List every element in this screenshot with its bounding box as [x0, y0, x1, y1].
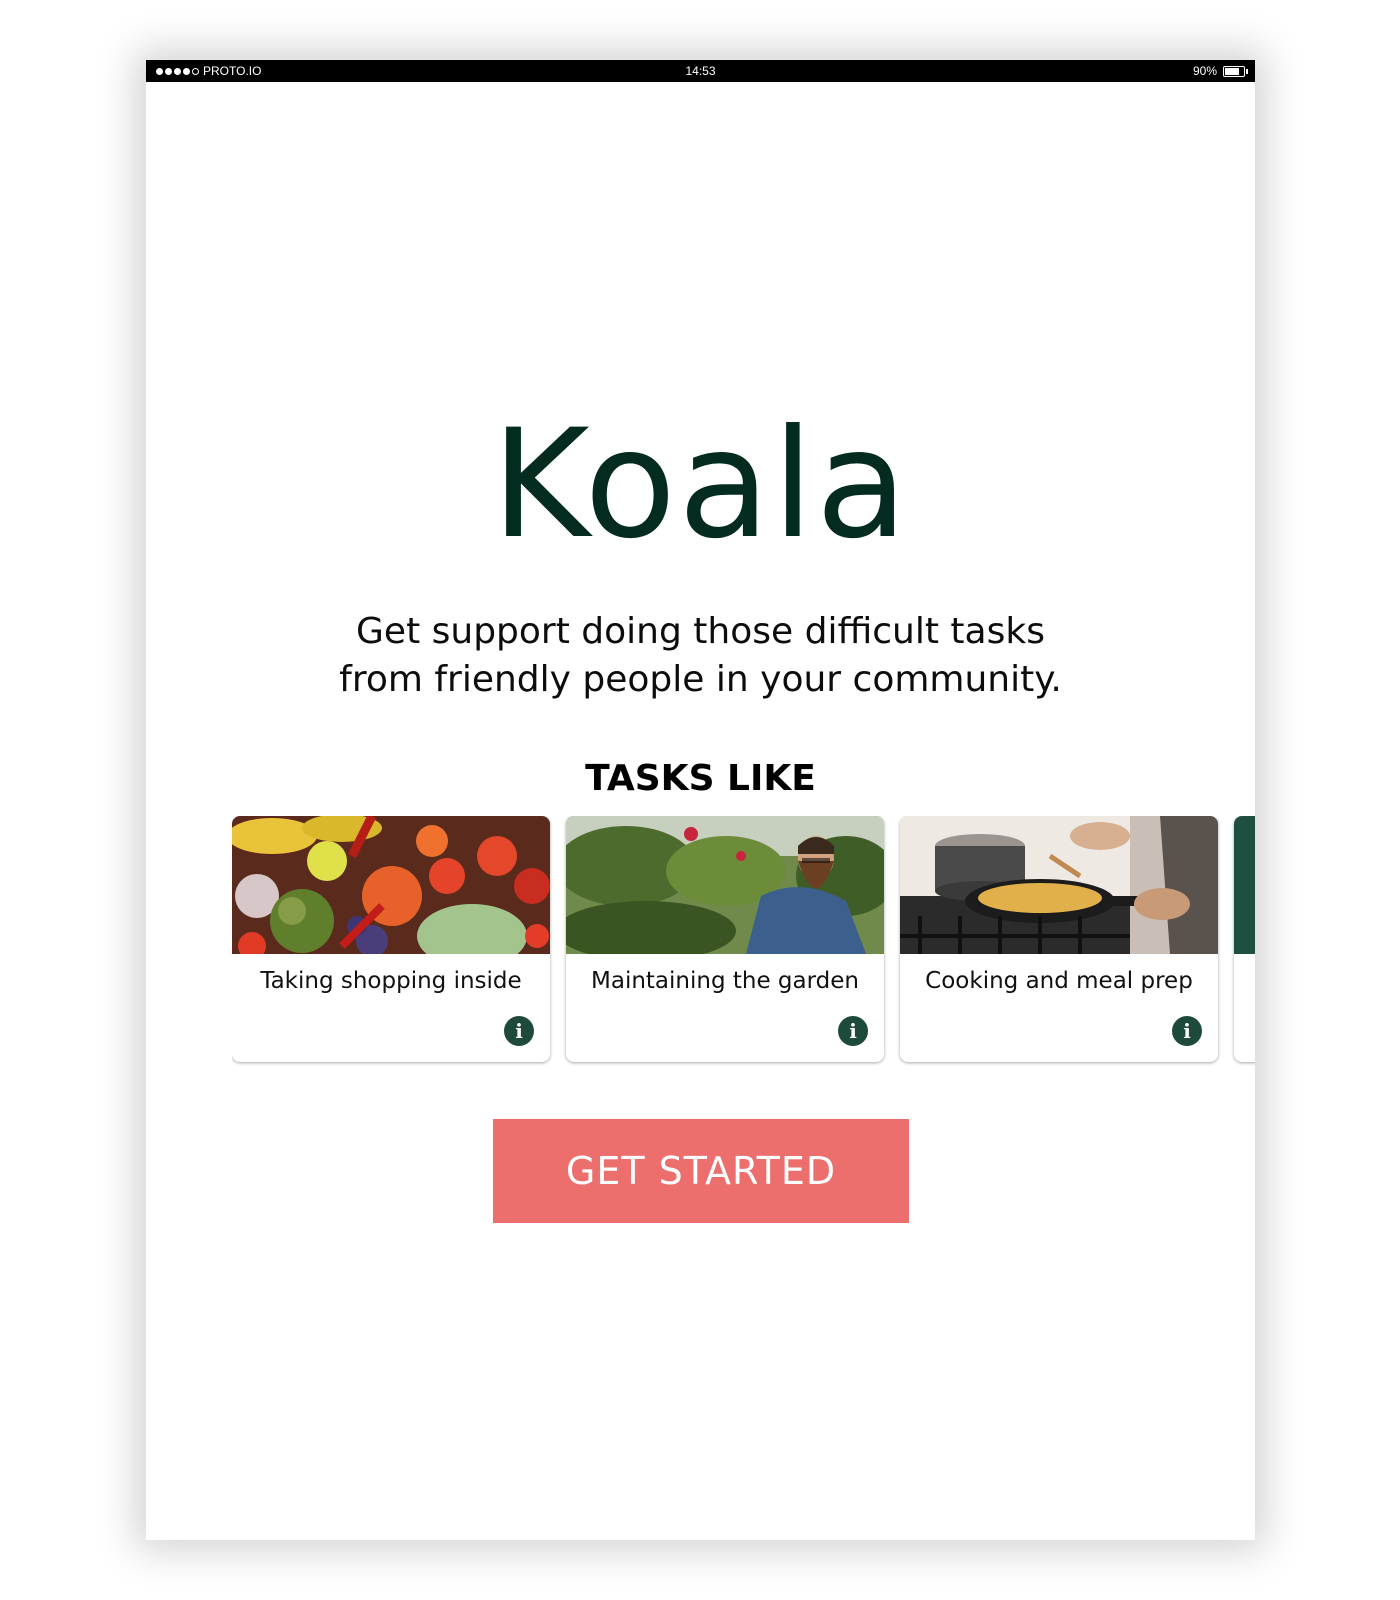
task-card-cooking[interactable]: Cooking and meal prep i	[900, 816, 1218, 1062]
status-bar: PROTO.IO 14:53 90%	[146, 60, 1255, 82]
info-icon[interactable]: i	[838, 1016, 868, 1046]
tasks-carousel[interactable]: Taking shopping inside i Maintaining the…	[232, 816, 1255, 1066]
app-title: Koala	[491, 398, 910, 572]
tagline: Get support doing those difficult tasks …	[146, 608, 1255, 704]
battery-icon	[1223, 65, 1248, 77]
man-gardening-photo	[566, 816, 884, 954]
info-icon[interactable]: i	[1172, 1016, 1202, 1046]
cooking-on-stove-photo	[900, 816, 1218, 954]
get-started-button[interactable]: GET STARTED	[493, 1119, 909, 1223]
task-card-garden[interactable]: Maintaining the garden i	[566, 816, 884, 1062]
battery-status: 90%	[1192, 64, 1248, 78]
battery-fill	[1225, 67, 1240, 75]
tablet-screen: PROTO.IO 14:53 90% Koala Get support doi…	[146, 60, 1255, 1540]
fruits-and-vegetables-photo	[232, 816, 550, 954]
tasks-heading: TASKS LIKE	[585, 758, 816, 799]
status-time: 14:53	[685, 64, 716, 78]
task-card-shopping[interactable]: Taking shopping inside i	[232, 816, 550, 1062]
task-label: Cooking and meal prep	[925, 968, 1193, 994]
tagline-line-2: from friendly people in your community.	[339, 659, 1062, 700]
green-card-partial	[1234, 816, 1255, 954]
tagline-line-1: Get support doing those difficult tasks	[356, 611, 1045, 652]
info-icon[interactable]: i	[504, 1016, 534, 1046]
task-label: Maintaining the garden	[591, 968, 859, 994]
task-label: Taking shopping inside	[260, 968, 522, 994]
task-card-partial[interactable]	[1234, 816, 1255, 1062]
battery-percent: 90%	[1192, 64, 1217, 78]
